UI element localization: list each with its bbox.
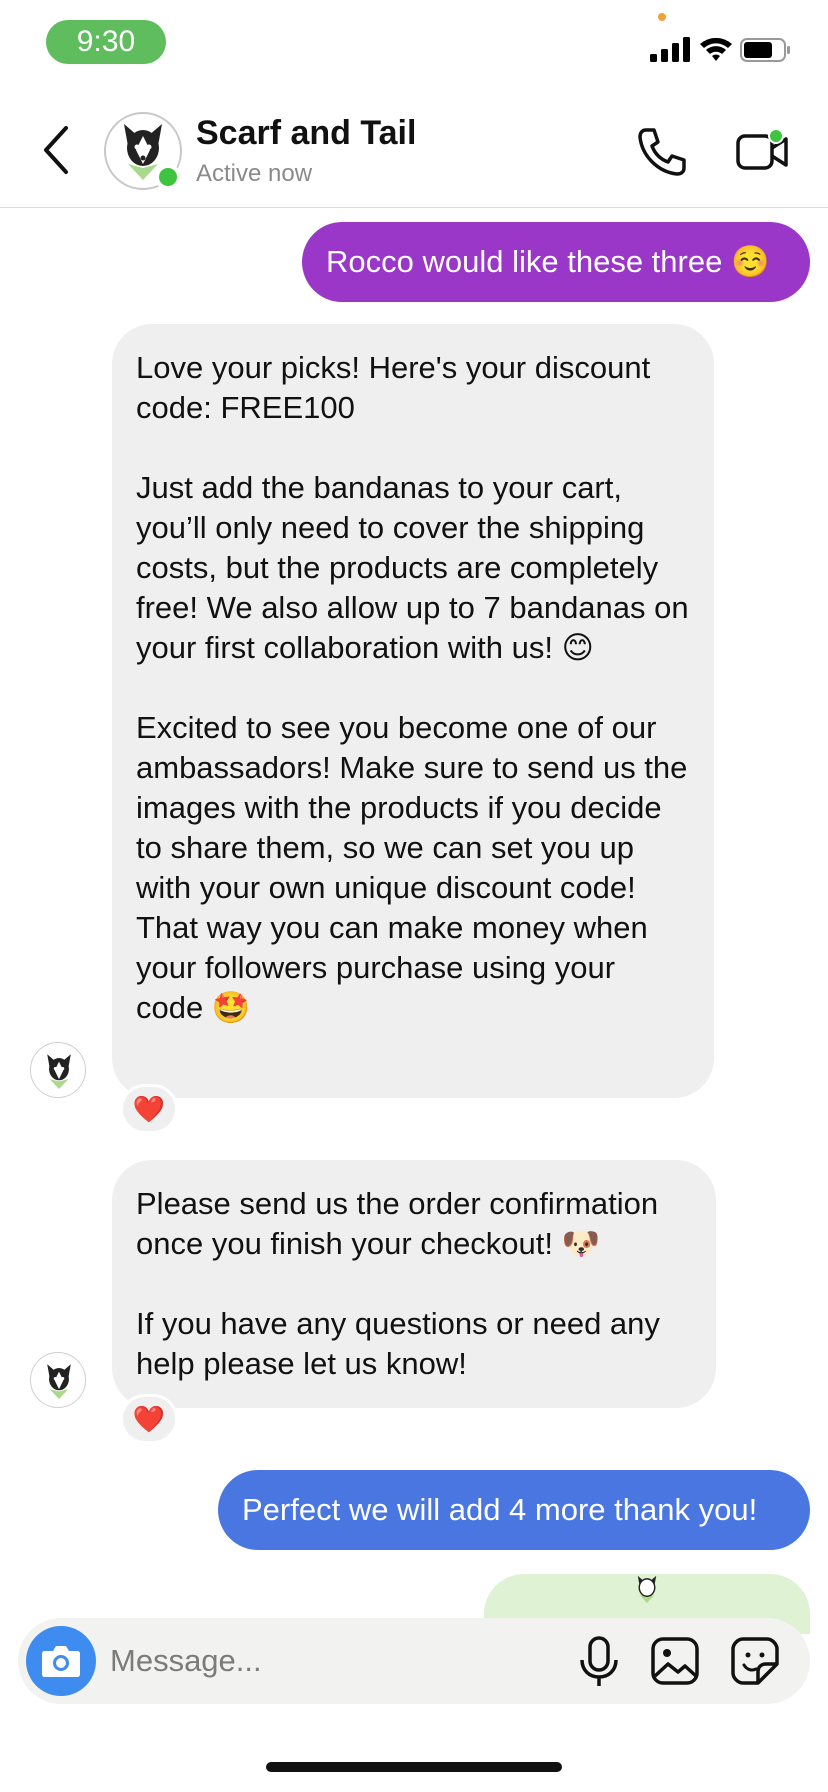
privacy-indicator-dot: [658, 13, 666, 21]
sender-avatar[interactable]: [30, 1042, 86, 1098]
sent-message-bubble[interactable]: Perfect we will add 4 more thank you!: [218, 1470, 810, 1550]
phone-icon[interactable]: [636, 126, 688, 178]
video-active-dot: [768, 128, 784, 144]
signal-icon: [650, 37, 690, 62]
camera-icon: [42, 1646, 80, 1677]
status-bar: 9:30: [0, 0, 828, 90]
received-message-bubble[interactable]: Please send us the order confirmation on…: [112, 1160, 716, 1408]
heart-reaction[interactable]: ❤️: [120, 1394, 178, 1444]
chevron-left-icon[interactable]: [36, 120, 76, 180]
contact-name[interactable]: Scarf and Tail: [196, 114, 416, 153]
gallery-icon[interactable]: [650, 1636, 700, 1686]
husky-logo-icon: [47, 1364, 71, 1399]
battery-icon: [740, 38, 790, 62]
husky-logo-icon: [47, 1054, 71, 1089]
received-message-bubble[interactable]: Love your picks! Here's your discount co…: [112, 324, 714, 1098]
contact-status: Active now: [196, 160, 313, 187]
message-composer: [18, 1618, 810, 1704]
husky-logo-icon: [637, 1575, 657, 1604]
sent-message-bubble[interactable]: Rocco would like these three ☺️: [302, 222, 810, 302]
status-time: 9:30: [46, 20, 166, 64]
sender-avatar[interactable]: [30, 1352, 86, 1408]
wifi-icon: [700, 37, 732, 61]
heart-reaction[interactable]: ❤️: [120, 1084, 178, 1134]
message-input[interactable]: [110, 1638, 490, 1684]
chat-header: Scarf and Tail Active now: [0, 90, 828, 208]
microphone-icon[interactable]: [576, 1636, 622, 1688]
active-status-dot: [155, 164, 181, 190]
sticker-icon[interactable]: [730, 1636, 780, 1686]
camera-button[interactable]: [26, 1626, 96, 1696]
home-indicator[interactable]: [266, 1762, 562, 1772]
